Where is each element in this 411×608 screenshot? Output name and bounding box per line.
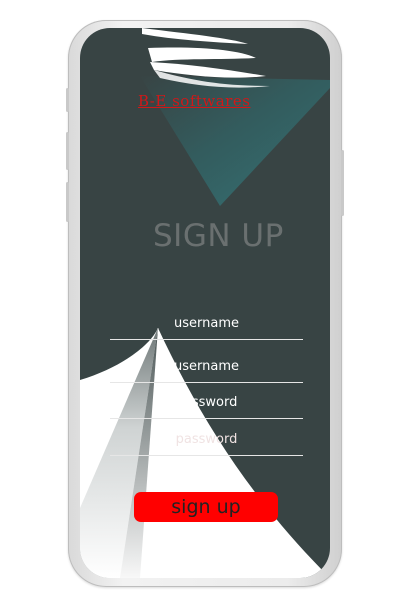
phone-power-button	[341, 150, 344, 216]
username-input[interactable]	[110, 309, 303, 337]
phone-screen: B-E softwares SIGN UP sign up	[80, 28, 330, 578]
top-swirl-shape-1	[148, 47, 256, 62]
sign-up-button[interactable]: sign up	[134, 492, 278, 522]
page-title: SIGN UP	[153, 218, 284, 254]
mockup-stage: B-E softwares SIGN UP sign up	[0, 0, 411, 608]
phone-volume-button	[66, 88, 69, 112]
top-streak-shape	[142, 28, 248, 44]
phone-volume-down-button	[66, 182, 69, 222]
username-field-wrapper	[110, 309, 303, 340]
brand-logo-text: B-E softwares	[138, 92, 251, 110]
password-confirm-input[interactable]	[110, 425, 303, 453]
phone-volume-up-button	[66, 132, 69, 170]
password-confirm-field-wrapper	[110, 425, 303, 456]
username-confirm-input[interactable]	[110, 352, 303, 380]
username-confirm-field-wrapper	[110, 352, 303, 383]
password-input[interactable]	[110, 388, 303, 416]
password-field-wrapper	[110, 388, 303, 419]
